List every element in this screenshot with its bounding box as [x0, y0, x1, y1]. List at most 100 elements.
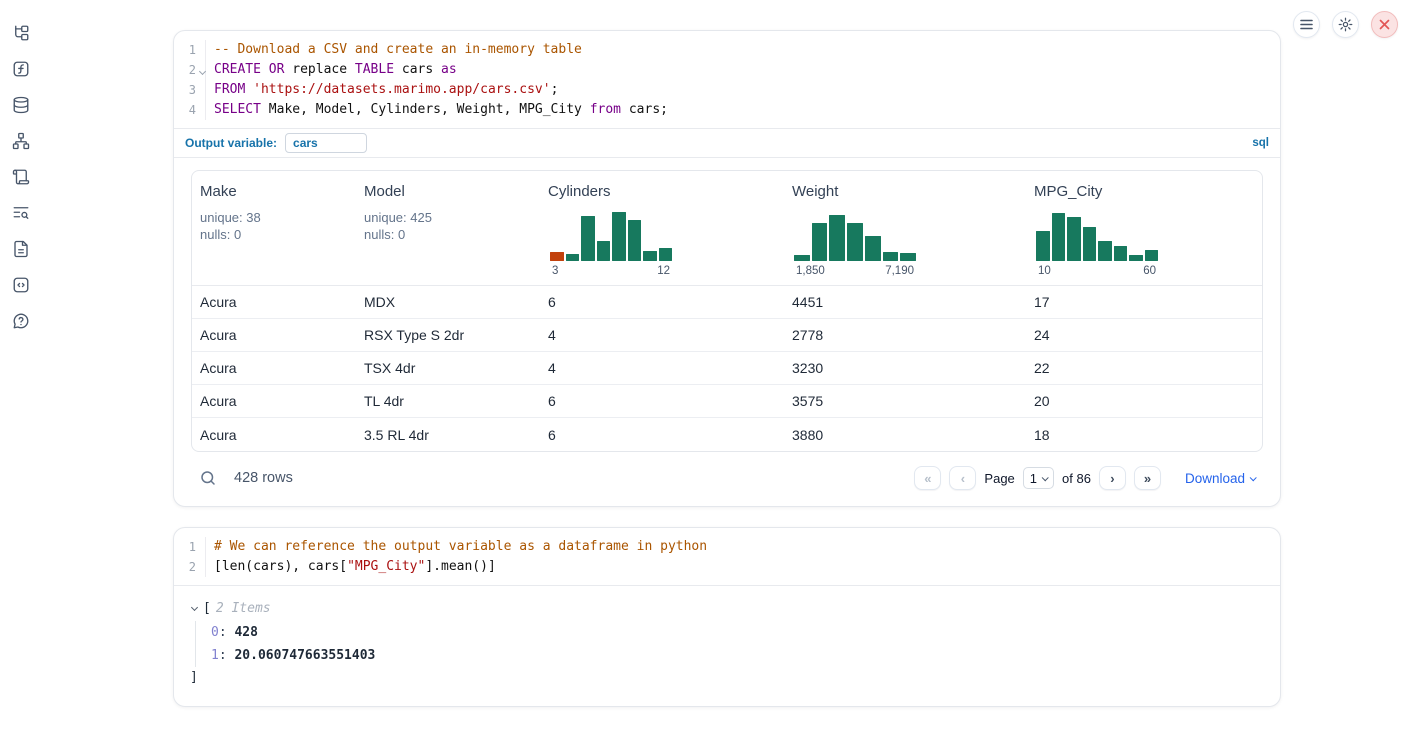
tree-open-bracket: [: [203, 599, 211, 619]
python-code-editor[interactable]: 1# We can reference the output variable …: [174, 528, 1280, 585]
tree-items-count: 2 Items: [216, 599, 271, 619]
logs-icon[interactable]: [12, 168, 30, 186]
chevron-right-icon: ›: [1110, 471, 1114, 486]
first-page-button[interactable]: «: [914, 466, 941, 490]
column-label: Cylinders: [548, 183, 780, 200]
table-cell: 4451: [784, 294, 1026, 310]
prev-page-button[interactable]: ‹: [949, 466, 976, 490]
table-cell: TSX 4dr: [356, 360, 540, 376]
table-row[interactable]: AcuraMDX6445117: [192, 286, 1262, 319]
column-stats: unique: 425nulls: 0: [364, 209, 536, 243]
dependency-graph-icon[interactable]: [12, 132, 30, 150]
chevron-left-icon: ‹: [961, 471, 965, 486]
line-number: 3: [174, 80, 206, 100]
download-label: Download: [1185, 471, 1245, 486]
data-sources-icon[interactable]: [12, 96, 30, 114]
python-cell: 1# We can reference the output variable …: [173, 527, 1281, 707]
code-line: 1# We can reference the output variable …: [174, 537, 1280, 557]
column-header[interactable]: Weight1,8507,190: [784, 171, 1026, 285]
sql-output-area: Makeunique: 38nulls: 0Modelunique: 425nu…: [174, 158, 1280, 506]
histogram-axis: 312: [550, 265, 672, 277]
histogram-bar: [1052, 213, 1066, 261]
rows-count: 428 rows: [234, 470, 293, 486]
line-number: 1: [174, 537, 206, 557]
column-histogram[interactable]: [794, 209, 916, 261]
table-cell: 6: [540, 393, 784, 409]
histogram-axis: 1060: [1036, 265, 1158, 277]
table-cell: 2778: [784, 327, 1026, 343]
histogram-bar: [883, 252, 899, 261]
download-button[interactable]: Download: [1185, 471, 1255, 486]
table-footer: 428 rows « ‹ Page 1 of 86 › » Download: [191, 456, 1263, 494]
code-text: SELECT Make, Model, Cylinders, Weight, M…: [206, 100, 668, 120]
column-stats: unique: 38nulls: 0: [200, 209, 352, 243]
help-chat-icon[interactable]: [12, 312, 30, 330]
table-cell: Acura: [192, 294, 356, 310]
column-histogram[interactable]: [550, 209, 672, 261]
histogram-bar: [581, 216, 595, 261]
table-cell: Acura: [192, 360, 356, 376]
sql-code-editor[interactable]: 1-- Download a CSV and create an in-memo…: [174, 31, 1280, 128]
data-table: Makeunique: 38nulls: 0Modelunique: 425nu…: [191, 170, 1263, 452]
page-total-label: of 86: [1062, 471, 1091, 486]
snippets-icon[interactable]: [12, 276, 30, 294]
documentation-icon[interactable]: [12, 240, 30, 258]
histogram-bar: [829, 215, 845, 261]
output-variable-input[interactable]: [285, 133, 367, 153]
code-text: [len(cars), cars["MPG_City"].mean()]: [206, 557, 496, 577]
histogram-bar: [847, 223, 863, 261]
histogram-bar: [1129, 255, 1143, 261]
column-header[interactable]: Cylinders 312: [540, 171, 784, 285]
histogram-bar: [550, 252, 564, 261]
histogram-bar: [659, 248, 673, 261]
notebook: 1-- Download a CSV and create an in-memo…: [173, 30, 1281, 707]
last-page-button[interactable]: »: [1134, 466, 1161, 490]
column-header[interactable]: Makeunique: 38nulls: 0: [192, 171, 356, 285]
histogram-bar: [643, 251, 657, 261]
histogram-axis: 1,8507,190: [794, 265, 916, 277]
topbar: [1293, 11, 1398, 38]
tree-collapse-chevron-icon[interactable]: [190, 604, 200, 614]
code-line: 1-- Download a CSV and create an in-memo…: [174, 40, 1280, 60]
page-select[interactable]: 1: [1023, 467, 1054, 489]
histogram-bar: [812, 223, 828, 261]
table-cell: RSX Type S 2dr: [356, 327, 540, 343]
scratchpad-search-icon[interactable]: [12, 204, 30, 222]
page-label: Page: [984, 471, 1014, 486]
shutdown-button[interactable]: [1371, 11, 1398, 38]
histogram-bar: [612, 212, 626, 261]
code-line: 3FROM 'https://datasets.marimo.app/cars.…: [174, 80, 1280, 100]
histogram-bar: [794, 255, 810, 261]
table-row[interactable]: Acura3.5 RL 4dr6388018: [192, 418, 1262, 451]
notebook-menu-button[interactable]: [1293, 11, 1320, 38]
line-number: 2: [174, 557, 206, 577]
hamburger-icon: [1300, 19, 1313, 30]
table-cell: 6: [540, 294, 784, 310]
table-row[interactable]: AcuraTSX 4dr4323022: [192, 352, 1262, 385]
tree-close-bracket: ]: [190, 668, 1264, 688]
code-line: 2CREATE OR replace TABLE cars as: [174, 60, 1280, 80]
column-header[interactable]: Modelunique: 425nulls: 0: [356, 171, 540, 285]
close-icon: [1379, 19, 1390, 30]
search-icon[interactable]: [199, 469, 217, 487]
language-badge[interactable]: sql: [1252, 137, 1269, 149]
settings-button[interactable]: [1332, 11, 1359, 38]
gear-icon: [1338, 17, 1353, 32]
python-output-tree: [ 2 Items 0: 4281: 20.060747663551403 ]: [174, 586, 1280, 706]
pagination: « ‹ Page 1 of 86 › » Download: [914, 466, 1255, 490]
next-page-button[interactable]: ›: [1099, 466, 1126, 490]
table-cell: 3230: [784, 360, 1026, 376]
table-row[interactable]: AcuraRSX Type S 2dr4277824: [192, 319, 1262, 352]
fold-chevron-icon[interactable]: [198, 68, 206, 76]
table-body: AcuraMDX6445117AcuraRSX Type S 2dr427782…: [192, 286, 1262, 451]
table-row[interactable]: AcuraTL 4dr6357520: [192, 385, 1262, 418]
histogram-bar: [1098, 241, 1112, 261]
column-header[interactable]: MPG_City1060: [1026, 171, 1262, 285]
double-chevron-left-icon: «: [924, 471, 931, 486]
histogram-bar: [900, 253, 916, 261]
file-explorer-icon[interactable]: [12, 24, 30, 42]
variables-icon[interactable]: [12, 60, 30, 78]
column-histogram[interactable]: [1036, 209, 1158, 261]
tree-root: [ 2 Items: [190, 599, 1264, 619]
chevron-down-icon: [1250, 474, 1257, 481]
